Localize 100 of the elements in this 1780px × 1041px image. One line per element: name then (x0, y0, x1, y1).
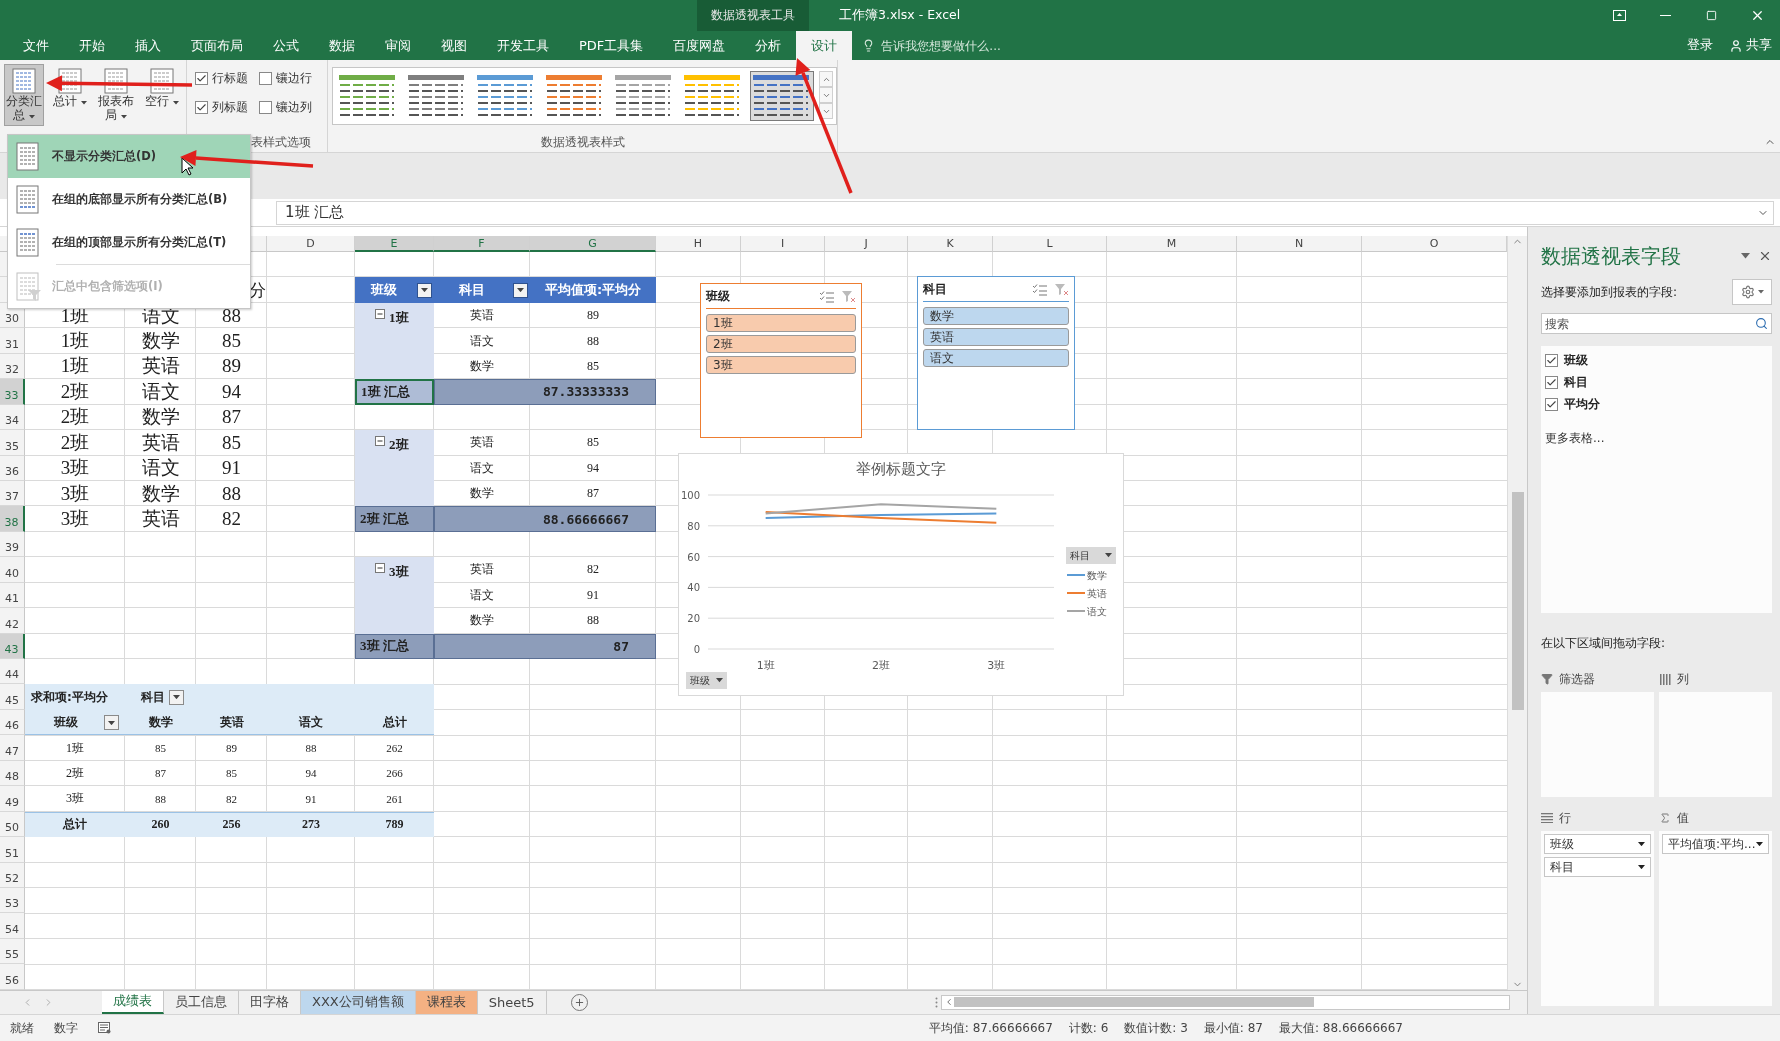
ribbon-tab[interactable]: PDF工具集 (564, 31, 659, 60)
row-number[interactable]: 53 (0, 887, 25, 914)
column-header[interactable]: K (908, 236, 993, 252)
ribbon-tab[interactable]: 审阅 (370, 31, 426, 60)
column-header[interactable]: D (267, 236, 355, 252)
macro-record-icon[interactable] (98, 1022, 111, 1034)
scroll-down-button[interactable] (819, 87, 833, 103)
row-number[interactable]: 50 (0, 811, 25, 838)
column-header[interactable]: N (1237, 236, 1362, 252)
row-number[interactable]: 34 (0, 404, 25, 431)
option-checkbox[interactable]: 列标题 (195, 99, 259, 116)
row-number[interactable]: 47 (0, 735, 25, 761)
menu-item[interactable]: 在组的底部显示所有分类汇总(B) (8, 178, 250, 221)
field-button[interactable]: 科目 (1066, 547, 1116, 564)
ribbon-tab[interactable]: 百度网盘 (658, 31, 741, 60)
slicer-item[interactable]: 3班 (706, 356, 856, 374)
column-header[interactable]: H (656, 236, 741, 252)
ribbon-tab[interactable]: 插入 (120, 31, 176, 60)
field-chip[interactable]: 科目 (1544, 857, 1651, 877)
row-number[interactable]: 51 (0, 837, 25, 863)
ribbon-tab[interactable]: 文件 (8, 31, 64, 60)
sign-in-link[interactable]: 登录 (1679, 31, 1721, 60)
splitter-icon[interactable] (935, 996, 938, 1008)
menu-item[interactable]: 不显示分类汇总(D) (8, 135, 250, 178)
column-header[interactable]: E (355, 236, 434, 252)
row-number[interactable]: 56 (0, 964, 25, 990)
column-header[interactable]: I (741, 236, 825, 252)
row-number[interactable]: 43 (0, 633, 25, 659)
row-number[interactable]: 33 (0, 379, 25, 405)
field-checkbox[interactable]: 平均分 (1545, 396, 1768, 413)
sheet-tab[interactable]: 员工信息 (164, 990, 239, 1014)
row-number[interactable]: 31 (0, 328, 25, 354)
row-number[interactable]: 42 (0, 608, 25, 634)
sheet-tab[interactable]: 成绩表 (102, 990, 164, 1014)
option-checkbox[interactable]: 行标题 (195, 70, 259, 87)
settings-button[interactable] (1732, 279, 1772, 305)
collapse-button[interactable] (375, 308, 385, 319)
ribbon-tab[interactable]: 分析 (740, 31, 797, 60)
ribbon-tab[interactable]: 开发工具 (482, 31, 564, 60)
row-number[interactable]: 54 (0, 913, 25, 939)
row-number[interactable]: 41 (0, 582, 25, 609)
close-icon[interactable] (1758, 249, 1772, 263)
layout-button[interactable]: 报表布局 (96, 64, 136, 126)
field-button[interactable]: 班级 (686, 672, 727, 689)
row-number[interactable]: 37 (0, 480, 25, 507)
layout-button[interactable]: 分类汇总 (4, 64, 44, 126)
drop-area[interactable]: 班级 科目 (1541, 831, 1654, 1006)
sheet-tab[interactable]: 课程表 (415, 990, 478, 1014)
row-number[interactable]: 36 (0, 455, 25, 481)
row-number[interactable]: 38 (0, 506, 25, 532)
formula-field[interactable]: 1班 汇总 (276, 200, 1774, 225)
slicer-item[interactable]: 2班 (706, 335, 856, 353)
row-number[interactable]: 48 (0, 760, 25, 787)
option-checkbox[interactable]: 镶边列 (259, 99, 323, 116)
ribbon-tab[interactable]: 视图 (426, 31, 482, 60)
ribbon-tab[interactable]: 公式 (258, 31, 314, 60)
column-header[interactable]: F (434, 236, 530, 252)
sheet-tab[interactable]: XXX公司销售额 (301, 990, 416, 1014)
multi-select-icon[interactable] (1033, 283, 1047, 296)
collapse-button[interactable] (375, 436, 385, 447)
field-chip[interactable]: 班级 (1544, 834, 1651, 854)
collapse-button[interactable] (375, 563, 385, 574)
row-number[interactable]: 35 (0, 430, 25, 456)
clear-filter-icon[interactable] (1055, 283, 1069, 296)
ribbon-tab[interactable]: 开始 (64, 31, 120, 60)
filter-button[interactable] (513, 282, 528, 298)
share-button[interactable]: 共享 (1721, 31, 1780, 60)
column-header[interactable]: G (530, 236, 656, 252)
row-number[interactable]: 45 (0, 684, 25, 710)
tell-me-field[interactable]: 告诉我您想要做什么... (879, 37, 1030, 54)
field-chip[interactable]: 平均值项:平均... (1662, 834, 1769, 854)
column-header[interactable]: L (993, 236, 1107, 252)
slicer-item[interactable]: 英语 (923, 328, 1069, 346)
scroll-up-button[interactable] (819, 71, 833, 87)
filter-button[interactable] (417, 282, 432, 298)
column-header[interactable]: O (1362, 236, 1507, 252)
clear-filter-icon[interactable] (842, 290, 856, 303)
slicer-item[interactable]: 数学 (923, 307, 1069, 325)
ribbon-tab[interactable]: 设计 (796, 31, 853, 60)
ribbon-tab[interactable]: 数据 (314, 31, 370, 60)
more-tables-link[interactable]: 更多表格... (1545, 430, 1768, 447)
row-number[interactable]: 44 (0, 659, 25, 685)
drop-area[interactable]: 平均值项:平均... (1659, 831, 1772, 1006)
scroll-left-icon[interactable] (944, 997, 954, 1008)
row-number[interactable]: 52 (0, 862, 25, 888)
filter-button[interactable] (104, 715, 119, 731)
row-number[interactable]: 46 (0, 709, 25, 736)
row-number[interactable]: 40 (0, 557, 25, 583)
search-field[interactable]: 搜索 (1541, 313, 1772, 334)
field-checkbox[interactable]: 科目 (1545, 374, 1768, 391)
layout-button[interactable]: 空行 (142, 64, 182, 112)
row-number[interactable]: 39 (0, 531, 25, 558)
multi-select-icon[interactable] (820, 290, 834, 303)
row-number[interactable]: 55 (0, 938, 25, 965)
column-header[interactable]: M (1107, 236, 1237, 252)
column-header[interactable]: J (825, 236, 908, 252)
menu-item[interactable]: 在组的顶部显示所有分类汇总(T) (8, 221, 250, 264)
row-number[interactable]: 49 (0, 786, 25, 812)
row-number[interactable]: 32 (0, 353, 25, 380)
option-checkbox[interactable]: 镶边行 (259, 70, 323, 87)
